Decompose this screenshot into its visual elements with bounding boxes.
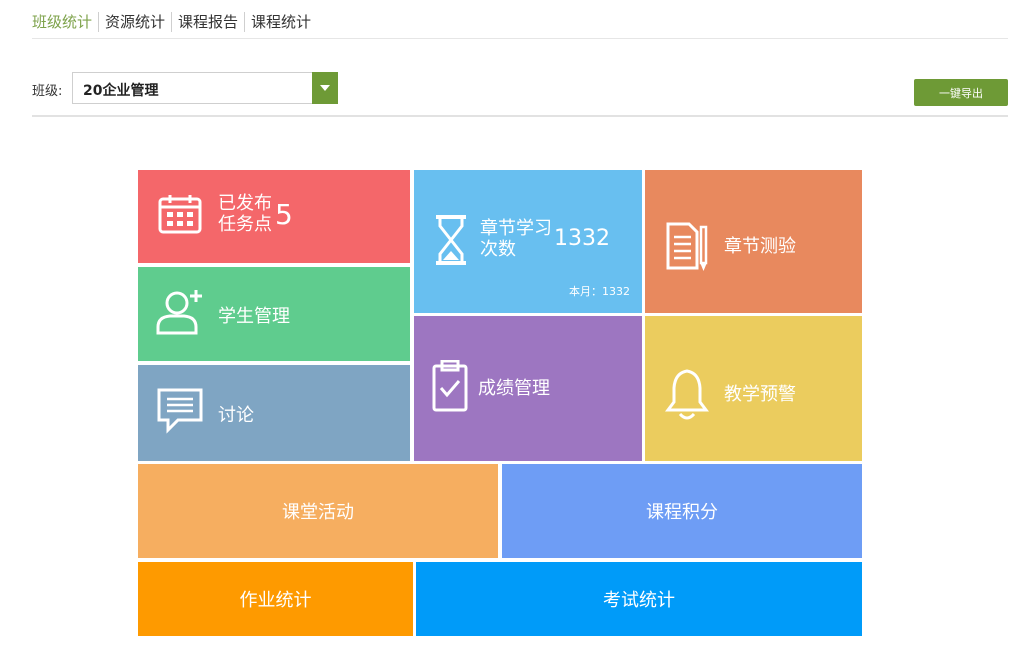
tab-course-stats[interactable]: 课程统计 [244, 12, 317, 32]
tile-label: 课堂活动 [282, 502, 354, 523]
tile-label: 作业统计 [239, 590, 312, 611]
tile-label: 讨论 [218, 405, 254, 426]
tile-teaching-alert[interactable]: 教学预警 [645, 316, 862, 461]
tab-resource-stats[interactable]: 资源统计 [98, 12, 171, 32]
tile-label: 考试统计 [603, 590, 675, 611]
tile-label: 成绩管理 [478, 378, 550, 399]
dropdown-button[interactable] [312, 72, 338, 104]
tile-label: 章节测验 [724, 236, 796, 257]
hourglass-icon [436, 215, 466, 265]
tile-label: 课程积分 [646, 502, 718, 523]
class-label: 班级: [32, 84, 63, 99]
tile-label: 教学预警 [724, 384, 796, 405]
chevron-down-icon [320, 85, 330, 91]
tile-label: 已发布 [218, 193, 272, 214]
tile-label: 次数 [480, 239, 516, 260]
tile-class-activity[interactable]: 课堂活动 [138, 464, 498, 558]
tile-label: 学生管理 [218, 306, 290, 327]
class-select[interactable]: 20企业管理 [72, 72, 338, 104]
tile-grade-mgmt[interactable]: 成绩管理 [414, 316, 642, 461]
tile-chapter-study[interactable]: 章节学习 次数 1332 本月：1332 [414, 170, 642, 313]
clipboard-check-icon [432, 360, 468, 412]
document-icon [666, 222, 708, 271]
tile-label: 章节学习 [480, 218, 552, 239]
tile-published-tasks[interactable]: 已发布 任务点 5 [138, 170, 410, 263]
tile-exam-stats[interactable]: 考试统计 [416, 562, 862, 636]
divider [32, 38, 1008, 39]
monthly-count: 本月：1332 [569, 285, 630, 298]
export-button[interactable]: 一键导出 [914, 79, 1008, 106]
published-tasks-count: 5 [275, 198, 293, 231]
tile-student-mgmt[interactable]: 学生管理 [138, 267, 410, 361]
class-select-value: 20企业管理 [83, 83, 159, 99]
tile-chapter-quiz[interactable]: 章节测验 [645, 170, 862, 313]
tile-homework-stats[interactable]: 作业统计 [138, 562, 413, 636]
top-tabs: 班级统计 资源统计 课程报告 课程统计 [32, 12, 317, 32]
calendar-icon [158, 195, 202, 234]
chapter-study-count: 1332 [554, 226, 610, 251]
tab-class-stats[interactable]: 班级统计 [32, 12, 98, 32]
tile-discussion[interactable]: 讨论 [138, 365, 410, 461]
tab-course-report[interactable]: 课程报告 [171, 12, 244, 32]
add-user-icon [156, 290, 202, 335]
chat-icon [157, 388, 203, 434]
bell-icon [665, 369, 709, 420]
divider [32, 115, 1008, 117]
tile-label: 任务点 [218, 214, 272, 235]
tile-course-points[interactable]: 课程积分 [502, 464, 862, 558]
